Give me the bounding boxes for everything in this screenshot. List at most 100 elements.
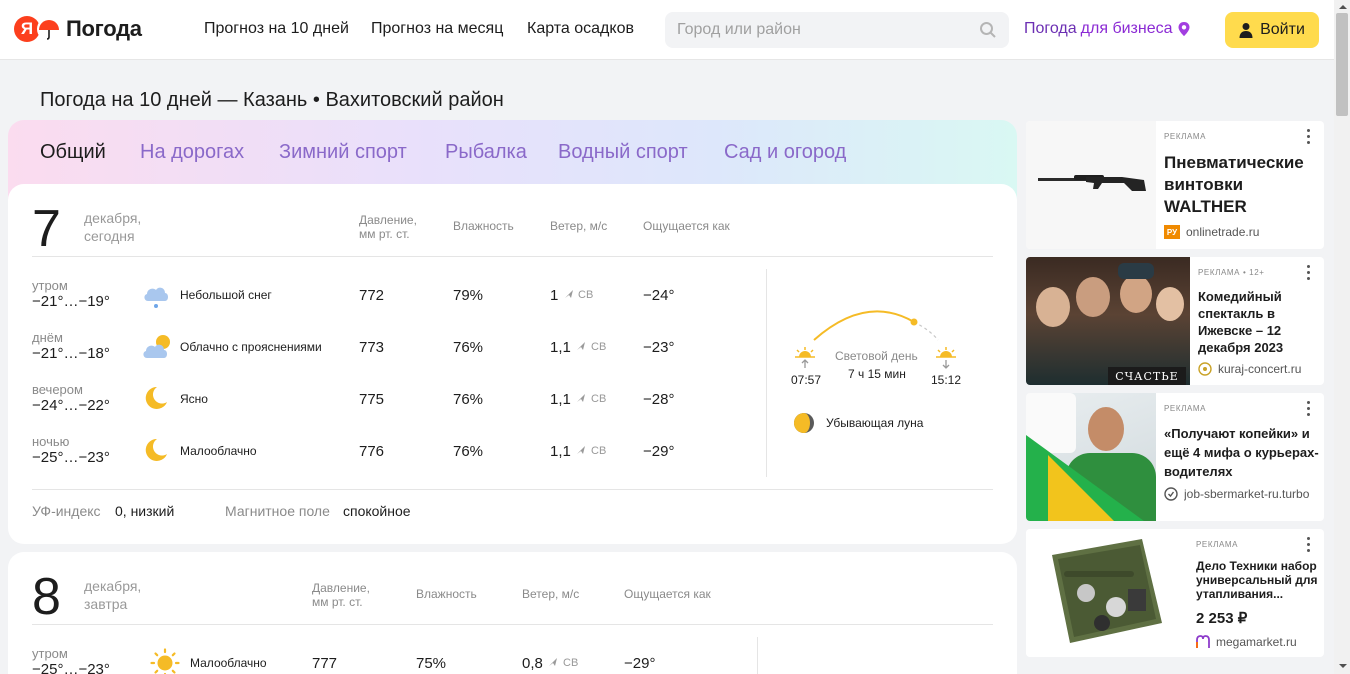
nav-month[interactable]: Прогноз на месяц	[371, 20, 503, 38]
wind-direction: СВ	[591, 445, 607, 457]
tab-water-sport[interactable]: Водный спорт	[558, 141, 688, 164]
wind-direction: СВ	[563, 657, 579, 669]
ad-domain: kuraj-concert.ru	[1218, 362, 1302, 376]
ad-label: РЕКЛАМА	[1196, 540, 1239, 549]
business-link[interactable]: Погода для бизнеса	[1024, 20, 1191, 38]
pressure-value: 777	[312, 655, 338, 672]
pressure-value: 776	[359, 443, 385, 460]
sunset-time: 15:12	[931, 373, 962, 387]
ad-image	[1026, 393, 1156, 521]
scrollbar-thumb[interactable]	[1336, 13, 1348, 116]
col-feels: Ощущается как	[643, 219, 730, 233]
divider	[32, 624, 993, 625]
feels-value: −28°	[643, 391, 675, 408]
feels-value: −24°	[643, 287, 675, 304]
ad-card-toolkit[interactable]: РЕКЛАМА Дело Техники набор универсальный…	[1026, 529, 1324, 657]
divider	[32, 256, 993, 257]
nav-10-days[interactable]: Прогноз на 10 дней	[204, 20, 349, 38]
nav-precip-map[interactable]: Карта осадков	[527, 20, 634, 38]
humidity-value: 76%	[453, 339, 484, 356]
scroll-down-icon[interactable]	[1338, 662, 1348, 670]
daypart-label: вечером	[32, 382, 83, 397]
search-input[interactable]	[665, 12, 965, 48]
rifle-image	[1038, 175, 1146, 191]
uv-value: 0, низкий	[115, 503, 175, 519]
ad-more-icon[interactable]	[1307, 401, 1311, 419]
header: Я Погода Прогноз на 10 дней Прогноз на м…	[0, 0, 1334, 60]
humidity-value: 75%	[416, 655, 447, 672]
daypart-label: ночью	[32, 434, 70, 449]
snow-cloud-icon	[144, 287, 168, 308]
pressure-value: 772	[359, 287, 385, 304]
ad-card-rifles[interactable]: РЕКЛАМА Пневматические винтовки WALTHER …	[1026, 121, 1324, 249]
ad-image	[1026, 121, 1156, 249]
temp-range: −24°…−22°	[32, 397, 110, 414]
search-box	[665, 12, 1009, 48]
ad-more-icon[interactable]	[1307, 537, 1311, 555]
temp-range: −25°…−23°	[32, 661, 110, 674]
condition-text: Малооблачно	[180, 444, 257, 458]
ad-more-icon[interactable]	[1307, 129, 1311, 147]
ad-domain: megamarket.ru	[1216, 635, 1297, 649]
search-icon[interactable]	[979, 21, 997, 39]
logo[interactable]: Я Погода	[14, 16, 142, 42]
ad-more-icon[interactable]	[1307, 265, 1311, 283]
business-link-prefix: Погода	[1024, 20, 1077, 37]
login-label: Войти	[1260, 21, 1305, 38]
day-relative: сегодня	[84, 228, 135, 244]
day-number: 8	[32, 568, 61, 626]
day-number: 7	[32, 200, 61, 258]
ad-price: 2 253 ₽	[1196, 610, 1248, 627]
col-humidity: Влажность	[453, 219, 514, 233]
poster-caption: СЧАСТЬЕ	[1108, 367, 1186, 385]
wind-direction-icon	[549, 658, 557, 666]
ad-domain: job-sbermarket-ru.turbo	[1184, 487, 1310, 501]
logo-text: Погода	[66, 16, 142, 41]
ad-title: Комедийный спектакль в Ижевске – 12 дека…	[1198, 289, 1284, 355]
wind-direction: СВ	[591, 341, 607, 353]
condition-text: Малооблачно	[190, 656, 267, 670]
daylight-value: 7 ч 15 мин	[848, 367, 906, 381]
temp-range: −21°…−19°	[32, 293, 110, 310]
moon-phase-icon	[794, 413, 814, 433]
moon-phase-text: Убывающая луна	[826, 416, 924, 430]
daypart-label: утром	[32, 646, 68, 661]
pressure-value: 775	[359, 391, 385, 408]
day-relative: завтра	[84, 596, 128, 612]
tab-fishing[interactable]: Рыбалка	[445, 141, 527, 164]
wind-direction: СВ	[591, 393, 607, 405]
divider	[757, 637, 758, 674]
wind-value: 1,1	[550, 391, 571, 408]
ad-favicon-icon	[1196, 635, 1210, 648]
ad-label: РЕКЛАМА	[1164, 132, 1207, 141]
page-title: Погода на 10 дней — Казань • Вахитовский…	[40, 89, 504, 111]
wind-direction-icon	[577, 446, 585, 454]
tab-garden[interactable]: Сад и огород	[724, 141, 846, 164]
pressure-value: 773	[359, 339, 385, 356]
login-button[interactable]: Войти	[1225, 12, 1319, 48]
col-pressure-line1: Давление,	[312, 581, 370, 595]
wind-direction-icon	[577, 394, 585, 402]
scroll-up-icon[interactable]	[1338, 3, 1348, 11]
wind-direction-icon	[565, 290, 573, 298]
humidity-value: 76%	[453, 443, 484, 460]
wind-value: 1,1	[550, 339, 571, 356]
feels-value: −29°	[624, 655, 656, 672]
divider	[32, 489, 993, 490]
tab-general[interactable]: Общий	[40, 141, 106, 164]
ad-card-couriers[interactable]: РЕКЛАМА «Получают копейки» и ещё 4 мифа …	[1026, 393, 1324, 521]
sunset-icon	[936, 347, 956, 369]
condition-text: Ясно	[180, 392, 208, 406]
sunrise-icon	[795, 347, 815, 368]
ad-label: РЕКЛАМА	[1164, 404, 1207, 413]
col-pressure-line1: Давление,	[359, 213, 417, 227]
col-pressure-line2: мм рт. ст.	[312, 595, 363, 609]
temp-range: −21°…−18°	[32, 345, 110, 362]
tab-roads[interactable]: На дорогах	[140, 141, 244, 164]
condition-text: Небольшой снег	[180, 288, 272, 302]
toolkit-image	[1052, 539, 1162, 643]
humidity-value: 76%	[453, 391, 484, 408]
sun-icon	[150, 648, 180, 674]
ad-card-comedy[interactable]: СЧАСТЬЕ РЕКЛАМА • 12+ Комедийный спектак…	[1026, 257, 1324, 385]
tab-winter-sport[interactable]: Зимний спорт	[279, 141, 407, 164]
